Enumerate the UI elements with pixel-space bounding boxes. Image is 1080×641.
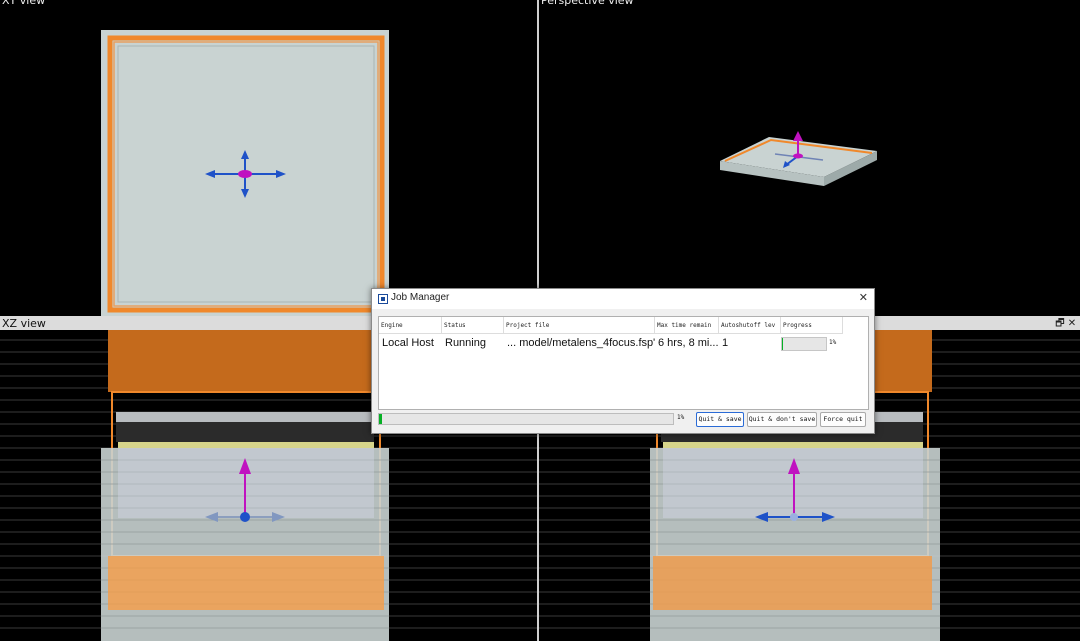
job-table[interactable]: Engine Status Project file Max time rema… (378, 316, 869, 410)
job-manager-dialog[interactable]: Job Manager ✕ Engine Status Project file… (371, 288, 875, 434)
job-manager-app-icon (378, 294, 388, 304)
xy-view-pane[interactable]: XY view (0, 0, 537, 316)
xz-metalens-pillars (118, 442, 374, 448)
job-manager-title: Job Manager (391, 292, 450, 303)
xz-gray-top-layer (116, 412, 374, 422)
cell-engine: Local Host (382, 337, 434, 349)
yz-orange-band (653, 556, 932, 610)
column-header-max-time[interactable]: Max time remain (655, 317, 719, 334)
cell-autoshutoff: 1 (722, 337, 729, 349)
cell-max-time: 6 hrs, 8 mi... (658, 337, 719, 349)
overall-progress-percent: 1% (677, 414, 685, 421)
column-header-engine[interactable]: Engine (379, 317, 442, 334)
column-header-autoshutoff[interactable]: Autoshutoff lev (719, 317, 781, 334)
quit-and-dont-save-button[interactable]: Quit & don't save (747, 412, 817, 427)
column-header-status[interactable]: Status (442, 317, 504, 334)
close-icon[interactable]: ✕ (859, 291, 868, 304)
perspective-view-pane[interactable]: Perspective view (539, 0, 1080, 316)
perspective-view-canvas[interactable] (539, 0, 1080, 316)
xz-orange-region-top (108, 330, 384, 392)
xz-orange-band (108, 556, 384, 610)
force-quit-button[interactable]: Force quit (820, 412, 866, 427)
xz-view-title: XZ view (2, 317, 46, 330)
row-progress-percent: 1% (829, 339, 837, 346)
column-header-project-file[interactable]: Project file (504, 317, 655, 334)
overall-progress-bar (378, 413, 674, 425)
row-progress-bar (781, 337, 827, 351)
close-view-icon[interactable]: ✕ (1066, 318, 1078, 330)
xz-dark-layer (116, 422, 374, 442)
restore-icon[interactable]: 🗗 (1054, 318, 1066, 330)
job-manager-titlebar[interactable]: Job Manager ✕ (372, 289, 874, 309)
xy-view-canvas[interactable] (0, 0, 537, 316)
quit-and-save-button[interactable]: Quit & save (696, 412, 744, 427)
yz-metalens-pillars (663, 442, 923, 448)
column-header-progress[interactable]: Progress (781, 317, 843, 334)
cell-status: Running (445, 337, 486, 349)
cell-project-file: ... model/metalens_4focus.fsp" (507, 337, 655, 349)
